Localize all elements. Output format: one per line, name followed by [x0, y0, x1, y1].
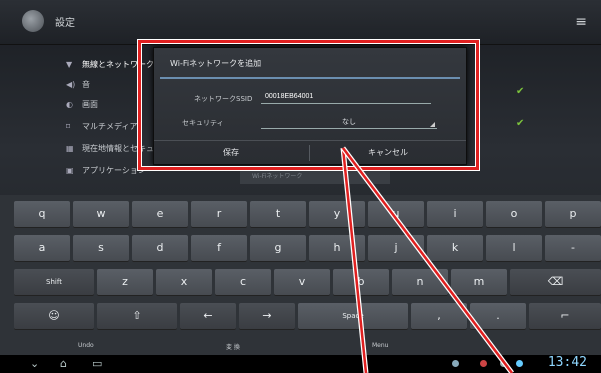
location-icon: ▦	[66, 144, 74, 153]
cursor-left-key[interactable]: ←	[180, 303, 236, 329]
key-m[interactable]: m	[451, 269, 507, 295]
clock[interactable]: 13:42	[548, 355, 587, 370]
checkbox-checked-icon[interactable]: ✔	[516, 118, 524, 129]
page-title: 設定	[55, 18, 75, 29]
action-bar: 設定 ≡	[0, 0, 601, 45]
key-c[interactable]: c	[215, 269, 271, 295]
key-d[interactable]: d	[132, 235, 188, 261]
wifi-icon: ▼	[66, 60, 73, 69]
key-o[interactable]: o	[486, 201, 542, 227]
key-t[interactable]: t	[250, 201, 306, 227]
notification-icon[interactable]	[452, 360, 459, 367]
sidebar-item-label: 画面	[82, 100, 98, 109]
emoji-key[interactable]: ☺	[14, 303, 94, 329]
key-x[interactable]: x	[156, 269, 212, 295]
key-v[interactable]: v	[274, 269, 330, 295]
space-key[interactable]: Space	[298, 303, 408, 329]
key-f[interactable]: f	[191, 235, 247, 261]
key-hyphen[interactable]: -	[545, 235, 601, 261]
usb-icon[interactable]	[500, 360, 507, 367]
key-y[interactable]: y	[309, 201, 365, 227]
key-w[interactable]: w	[73, 201, 129, 227]
undo-label[interactable]: Undo	[78, 342, 94, 349]
key-i[interactable]: i	[427, 201, 483, 227]
back-icon[interactable]: ⌄	[30, 357, 39, 370]
key-comma[interactable]: ,	[411, 303, 467, 329]
symbol-key[interactable]: ⇧	[97, 303, 177, 329]
key-period[interactable]: .	[470, 303, 526, 329]
overflow-menu-icon[interactable]: ≡	[575, 14, 587, 30]
sidebar-item-label: アプリケーション	[82, 166, 146, 175]
menu-label[interactable]: Menu	[372, 342, 388, 349]
key-p[interactable]: p	[545, 201, 601, 227]
checkbox-checked-icon[interactable]: ✔	[516, 86, 524, 97]
keyboard-bottom-labels: Undo 変 換 Menu	[0, 339, 601, 353]
convert-label[interactable]: 変 換	[226, 342, 240, 351]
wifi-status-icon	[516, 360, 523, 367]
settings-app-icon[interactable]	[22, 10, 44, 32]
soft-keyboard: q w e r t y u i o p a s d f g h j k l - …	[0, 195, 601, 355]
key-z[interactable]: z	[97, 269, 153, 295]
sidebar-item-label: マルチメディア	[82, 122, 138, 131]
home-icon[interactable]: ⌂	[60, 357, 67, 370]
key-b[interactable]: b	[333, 269, 389, 295]
tablet-screen: 設定 ≡ ▼ 無線とネットワーク ◀) 音 ◐ 画面 ⌑ マルチメディア ▦ 現在地情報と…	[0, 0, 601, 373]
backspace-key[interactable]: ⌫	[510, 269, 601, 295]
enter-key[interactable]: ⌐	[529, 303, 601, 329]
display-icon: ◐	[66, 100, 73, 109]
key-a[interactable]: a	[14, 235, 70, 261]
key-g[interactable]: g	[250, 235, 306, 261]
sound-icon: ◀)	[66, 80, 76, 89]
system-bar: ⌄ ⌂ ▭ 13:42	[0, 355, 601, 373]
key-r[interactable]: r	[191, 201, 247, 227]
key-k[interactable]: k	[427, 235, 483, 261]
cursor-right-key[interactable]: →	[239, 303, 295, 329]
key-l[interactable]: l	[486, 235, 542, 261]
key-q[interactable]: q	[14, 201, 70, 227]
key-u[interactable]: u	[368, 201, 424, 227]
key-s[interactable]: s	[73, 235, 129, 261]
key-j[interactable]: j	[368, 235, 424, 261]
apps-icon: ▣	[66, 166, 74, 175]
key-h[interactable]: h	[309, 235, 365, 261]
key-shift[interactable]: Shift	[14, 269, 94, 295]
multimedia-icon: ⌑	[66, 122, 71, 131]
wifi-network-field[interactable]: Wi-Fiネットワーク	[240, 170, 390, 184]
sidebar-item-label: 音	[82, 80, 90, 89]
dialog-highlight-frame	[138, 40, 479, 170]
security-status-icon[interactable]	[480, 360, 487, 367]
recent-apps-icon[interactable]: ▭	[92, 357, 102, 370]
key-e[interactable]: e	[132, 201, 188, 227]
key-n[interactable]: n	[392, 269, 448, 295]
